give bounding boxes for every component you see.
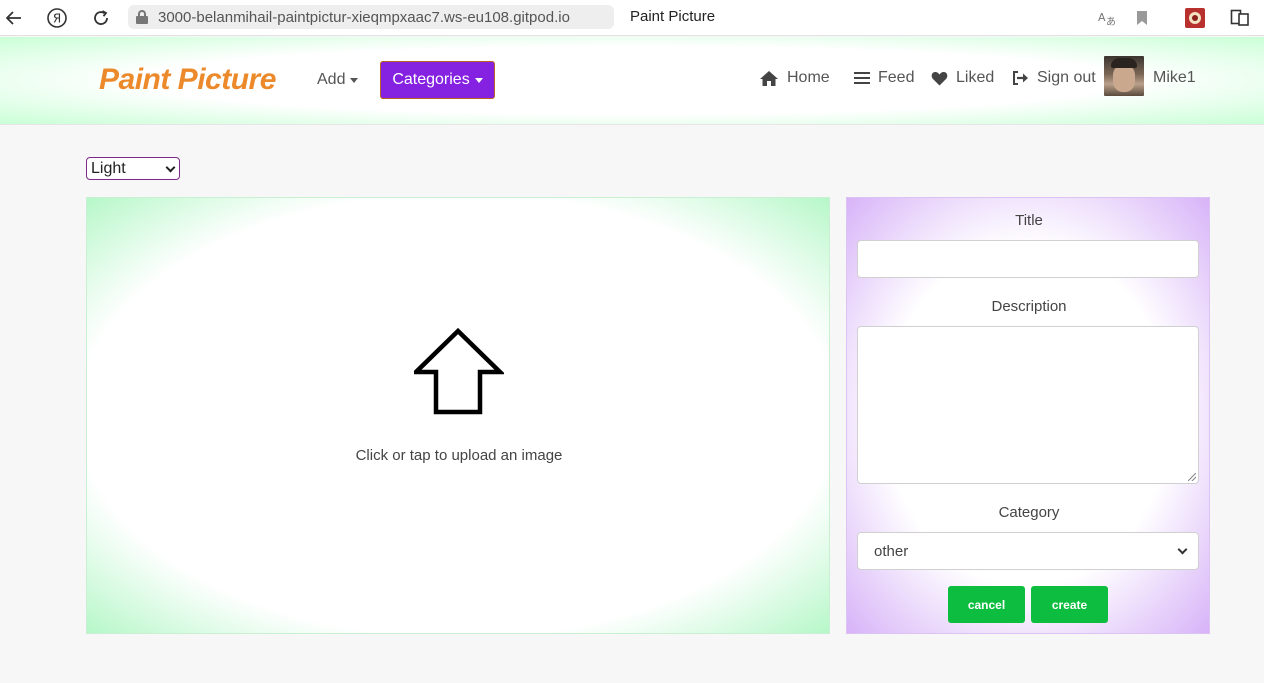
add-dropdown-label: Add <box>317 71 346 88</box>
category-label: Category <box>998 504 1060 521</box>
lock-icon <box>136 10 148 24</box>
create-button[interactable]: create <box>1031 586 1108 623</box>
categories-label: Categories <box>392 71 470 88</box>
back-arrow-icon[interactable] <box>2 6 26 30</box>
upload-instruction: Click or tap to upload an image <box>355 447 563 464</box>
heart-icon <box>931 71 948 85</box>
theme-select[interactable]: Light <box>86 157 180 180</box>
caret-down-icon <box>350 77 359 83</box>
bookmark-icon[interactable] <box>1130 6 1154 30</box>
brand-logo[interactable]: Paint Picture <box>99 63 276 97</box>
picture-form-panel: Title Description Category other cancel … <box>846 197 1210 634</box>
reload-icon[interactable] <box>89 6 113 30</box>
image-upload-area[interactable]: Click or tap to upload an image <box>86 197 830 634</box>
yandex-icon[interactable]: Я <box>45 6 69 30</box>
description-textarea[interactable] <box>857 326 1199 484</box>
extension-icon[interactable] <box>1183 6 1207 30</box>
description-label: Description <box>991 298 1067 315</box>
nav-signout-label: Sign out <box>1037 69 1096 86</box>
nav-liked-link[interactable]: Liked <box>931 69 994 87</box>
translate-icon[interactable]: Aあ <box>1095 6 1119 30</box>
user-name[interactable]: Mike1 <box>1153 69 1196 87</box>
add-dropdown[interactable]: Add <box>317 71 359 89</box>
theme-select-value: Light <box>91 159 126 177</box>
title-label: Title <box>1015 212 1043 229</box>
address-bar[interactable]: 3000-belanmihail-paintpictur-xieqmpxaac7… <box>128 5 614 29</box>
cancel-button[interactable]: cancel <box>948 586 1025 623</box>
chevron-down-icon <box>165 162 176 173</box>
category-select[interactable]: other <box>857 532 1199 570</box>
browser-toolbar: Я 3000-belanmihail-paintpictur-xieqmpxaa… <box>0 0 1264 36</box>
chevron-down-icon <box>1177 544 1188 555</box>
sign-out-icon <box>1013 71 1028 85</box>
page-tab-title: Paint Picture <box>630 8 716 25</box>
caret-down-icon <box>474 77 483 83</box>
nav-liked-label: Liked <box>956 69 995 86</box>
nav-feed-link[interactable]: Feed <box>854 69 914 87</box>
bars-icon <box>854 72 870 84</box>
url-text: 3000-belanmihail-paintpictur-xieqmpxaac7… <box>158 8 570 26</box>
svg-text:A: A <box>1098 11 1106 24</box>
svg-text:Я: Я <box>53 12 61 26</box>
site-navbar: Paint Picture Add Categories Home Feed L… <box>0 37 1264 125</box>
nav-home-label: Home <box>787 69 830 86</box>
nav-signout-link[interactable]: Sign out <box>1012 69 1096 87</box>
resize-handle-icon[interactable] <box>1188 473 1196 481</box>
collections-icon[interactable] <box>1228 6 1252 30</box>
category-select-value: other <box>874 542 909 560</box>
svg-text:あ: あ <box>1106 16 1116 27</box>
home-icon <box>760 70 778 86</box>
nav-home-link[interactable]: Home <box>759 69 830 87</box>
nav-feed-label: Feed <box>878 69 915 86</box>
user-avatar[interactable] <box>1104 56 1144 96</box>
title-input[interactable] <box>857 240 1199 278</box>
categories-dropdown-button[interactable]: Categories <box>380 61 495 99</box>
upload-arrow-icon <box>414 328 504 415</box>
